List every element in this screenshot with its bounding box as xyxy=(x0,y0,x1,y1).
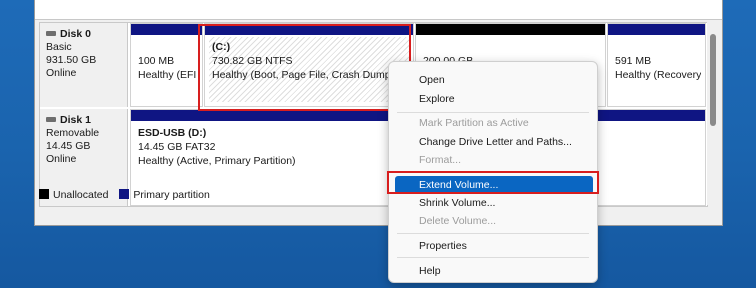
partition-size: 730.82 GB NTFS xyxy=(212,55,293,67)
disk-icon xyxy=(46,31,56,37)
disk-icon xyxy=(46,117,56,123)
disk-size: 931.50 GB xyxy=(46,54,97,66)
partition-status: Healthy (Recovery P xyxy=(615,69,701,81)
disk-name: Disk 1 xyxy=(60,114,91,126)
partition-status: Healthy (EFI S xyxy=(138,69,198,81)
disk-size: 14.45 GB xyxy=(46,140,91,152)
menu-item-change-drive-letter[interactable]: Change Drive Letter and Paths... xyxy=(419,133,572,151)
context-menu: Open Explore Mark Partition as Active Ch… xyxy=(388,61,598,283)
legend: Unallocated Primary partition xyxy=(39,187,706,204)
vertical-scrollbar[interactable] xyxy=(707,22,719,205)
scrollbar-thumb[interactable] xyxy=(710,34,716,126)
menu-separator xyxy=(397,112,589,113)
disk-graphical-view: Disk 0 Basic 931.50 GB Online 100 MB Hea… xyxy=(39,22,708,207)
disk-row-0: Disk 0 Basic 931.50 GB Online 100 MB Hea… xyxy=(40,23,707,107)
menu-separator xyxy=(397,257,589,258)
disk-management-window: Disk 0 Basic 931.50 GB Online 100 MB Hea… xyxy=(34,0,723,226)
legend-item-primary: Primary partition xyxy=(119,187,210,204)
menu-item-open[interactable]: Open xyxy=(419,71,445,89)
partition-bar xyxy=(131,24,202,35)
partition-efi[interactable]: 100 MB Healthy (EFI S xyxy=(130,23,203,107)
disk-status: Online xyxy=(46,67,77,79)
disk-status: Online xyxy=(46,153,77,165)
partition-size: 100 MB xyxy=(138,55,175,67)
menu-item-mark-active: Mark Partition as Active xyxy=(419,117,529,129)
partition-status: Healthy (Boot, Page File, Crash Dump, Ba… xyxy=(212,69,409,81)
legend-item-unallocated: Unallocated xyxy=(39,187,108,204)
disk-0-label[interactable]: Disk 0 Basic 931.50 GB Online xyxy=(40,23,128,107)
menu-separator xyxy=(397,172,589,173)
partition-title: (C:) xyxy=(212,41,231,53)
menu-item-format: Format... xyxy=(419,154,462,166)
partition-bar xyxy=(205,24,413,35)
menu-item-explore[interactable]: Explore xyxy=(419,90,455,108)
partition-bar xyxy=(416,24,605,35)
menu-item-properties[interactable]: Properties xyxy=(419,237,467,255)
menu-item-shrink-volume[interactable]: Shrink Volume... xyxy=(419,194,495,212)
menu-separator xyxy=(397,233,589,234)
menu-item-help[interactable]: Help xyxy=(419,262,441,280)
partition-bar xyxy=(608,24,705,35)
disk-name: Disk 0 xyxy=(60,28,91,40)
disk-type: Basic xyxy=(46,41,72,53)
partition-size: 591 MB xyxy=(615,55,652,67)
partition-c[interactable]: (C:) 730.82 GB NTFS Healthy (Boot, Page … xyxy=(204,23,414,107)
partition-recovery[interactable]: 591 MB Healthy (Recovery P xyxy=(607,23,706,107)
menu-item-delete-volume: Delete Volume... xyxy=(419,215,497,227)
volume-list-bottom xyxy=(35,0,722,20)
legend-swatch xyxy=(39,189,49,199)
disk-type: Removable xyxy=(46,127,100,139)
menu-item-extend-volume[interactable]: Extend Volume... xyxy=(395,176,593,194)
menu-item-label: Extend Volume... xyxy=(419,179,499,191)
legend-swatch xyxy=(119,189,130,199)
